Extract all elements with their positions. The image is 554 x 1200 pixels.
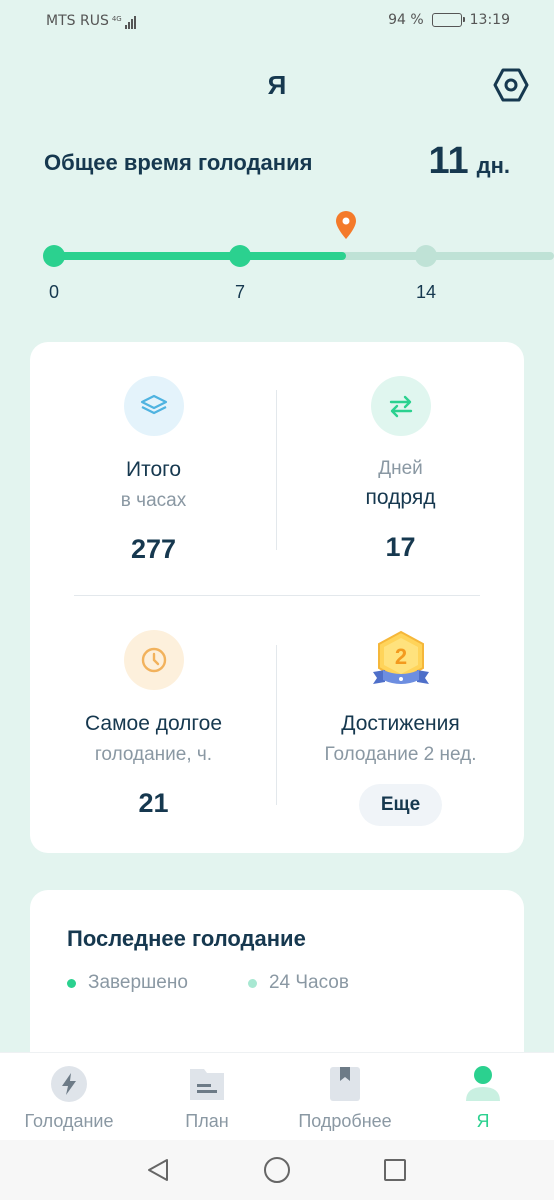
stat-achievements-title: Достижения (341, 712, 460, 735)
stat-longest-value: 21 (138, 788, 169, 818)
legend-label-hours: 24 Часов (268, 972, 349, 993)
network-type: 4G (111, 15, 122, 23)
clock-icon (123, 630, 184, 690)
nav-label-details: Подробнее (298, 1111, 392, 1131)
bookmark-icon (326, 1065, 364, 1103)
clock-time: 13:19 (469, 12, 510, 28)
plan-icon (188, 1065, 226, 1103)
bottom-navigation: Голодание План Подробнее Я (0, 1052, 554, 1140)
stat-total-subtitle: в часах (120, 490, 187, 511)
stat-longest-title: Самое долгое (85, 712, 222, 735)
system-navigation-bar (0, 1140, 554, 1200)
stat-streak: Дней подряд 17 (277, 376, 524, 563)
home-button[interactable] (263, 1156, 291, 1184)
swap-arrows-icon (370, 376, 431, 436)
stat-total-title: Итого (125, 458, 182, 481)
status-bar: MTS RUS 4G 94 % 13:19 (0, 0, 554, 44)
timeline-dot-0 (43, 245, 65, 267)
nav-label-plan: План (185, 1111, 229, 1131)
stat-streak-value: 17 (385, 532, 416, 562)
nav-label-profile: Я (476, 1111, 490, 1131)
stat-achievements-subtitle: Голодание 2 нед. (324, 744, 477, 765)
nav-item-fasting[interactable]: Голодание (0, 1065, 138, 1132)
stats-divider-middle (74, 595, 480, 596)
stats-card: Итого в часах 277 Дней подряд 17 Самое д… (30, 342, 524, 853)
total-days-number: 11 (428, 140, 469, 182)
battery-icon (431, 13, 465, 27)
nav-item-details[interactable]: Подробнее (276, 1065, 414, 1132)
page-title: Я (267, 70, 287, 100)
signal-icon (124, 15, 136, 29)
profile-icon (464, 1065, 502, 1103)
stat-streak-label-top: Дней (378, 458, 423, 479)
layers-icon (123, 376, 184, 436)
stat-streak-label-bottom: подряд (365, 486, 436, 509)
carrier-name: MTS RUS (46, 13, 109, 29)
home-circle-icon (264, 1157, 290, 1183)
hexagon-settings-icon (493, 68, 529, 102)
total-fasting-value: 11 дн. (428, 140, 510, 183)
last-fast-title: Последнее голодание (67, 926, 306, 951)
legend-item-hours: 24 Часов (247, 972, 349, 994)
stat-achievements: 2 Достижения Голодание 2 нед. Еще (277, 630, 524, 826)
back-triangle-icon (148, 1159, 168, 1181)
stat-longest-fast: Самое долгое голодание, ч. 21 (30, 630, 277, 819)
fasting-timeline: 0 7 14 (0, 210, 554, 310)
total-days-unit: дн. (476, 153, 510, 178)
nav-item-plan[interactable]: План (138, 1065, 276, 1132)
stat-total-hours: Итого в часах 277 (30, 376, 277, 565)
achievement-badge-number: 2 (394, 644, 406, 669)
timeline-dot-14 (415, 245, 437, 267)
timeline-tick-7: 7 (234, 282, 246, 302)
settings-button[interactable] (490, 64, 532, 106)
timeline-tick-0: 0 (48, 282, 60, 302)
medal-icon: 2 (371, 630, 431, 690)
timeline-tick-14: 14 (415, 282, 437, 302)
timeline-progress (54, 252, 347, 260)
recents-square-icon (384, 1159, 406, 1181)
total-fasting-label: Общее время голодания (44, 150, 313, 175)
recents-button[interactable] (381, 1156, 409, 1184)
stat-longest-subtitle: голодание, ч. (94, 744, 213, 765)
timeline-dot-7 (229, 245, 251, 267)
current-position-marker-icon (336, 211, 357, 239)
last-fast-legend: Завершено 24 Часов (67, 972, 349, 994)
legend-label-completed: Завершено (88, 972, 188, 993)
back-button[interactable] (144, 1156, 172, 1184)
battery-percent: 94 % (388, 12, 424, 28)
legend-item-completed: Завершено (67, 972, 188, 994)
more-achievements-button[interactable]: Еще (358, 784, 443, 826)
legend-dot-hours (247, 978, 257, 988)
lightning-icon (50, 1065, 88, 1103)
legend-dot-completed (67, 978, 76, 988)
stat-total-value: 277 (130, 534, 177, 564)
nav-label-fasting: Голодание (24, 1111, 114, 1131)
nav-item-profile[interactable]: Я (414, 1065, 552, 1132)
